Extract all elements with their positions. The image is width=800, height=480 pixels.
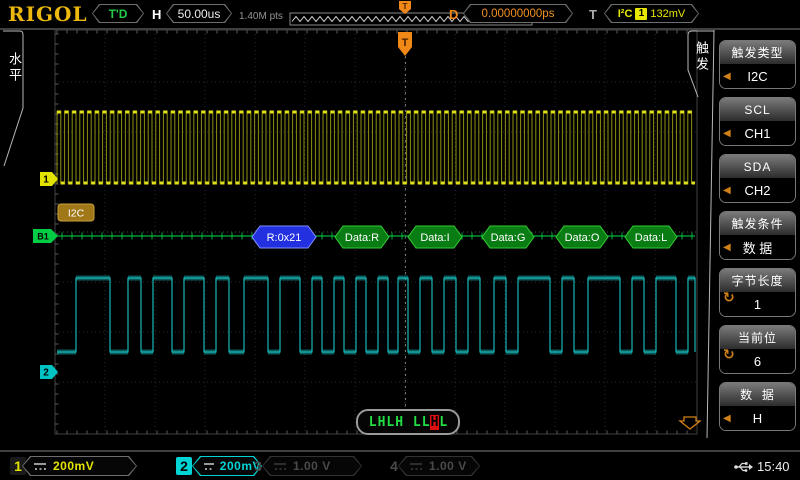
- menu-value-text: 6: [754, 354, 761, 369]
- menu-value-text: I2C: [747, 69, 767, 84]
- menu-item-scl[interactable]: SCL ◀ CH1: [719, 97, 796, 146]
- dc-coupling-icon: [409, 461, 423, 471]
- menu-value-text: H: [753, 411, 762, 426]
- menu-item-trigger-type[interactable]: 触发类型 ◀ I2C: [719, 40, 796, 89]
- menu-value-text: CH1: [744, 126, 770, 141]
- bit-char: L: [368, 415, 377, 430]
- channel-1-scale: 200mV: [53, 459, 94, 473]
- timebase-value: 50.00us: [178, 7, 221, 21]
- tab-trigger[interactable]: 触发: [692, 41, 711, 73]
- trigger-source-badge: 1: [635, 8, 647, 20]
- svg-text:Data:G: Data:G: [491, 232, 526, 244]
- usb-icon: [733, 461, 753, 473]
- dc-coupling-icon: [33, 461, 47, 471]
- menu-item-value: ◀ 数 据: [720, 235, 795, 259]
- bit-char: L: [421, 415, 430, 430]
- bit-char: H: [377, 415, 386, 430]
- menu-item-value: ◀ H: [720, 406, 795, 430]
- menu-item-data[interactable]: 数 据 ◀ H: [719, 382, 796, 431]
- tab-horizontal[interactable]: 水平: [5, 52, 24, 84]
- menu-item-value: ◀ CH2: [720, 178, 795, 202]
- bit-char: L: [439, 415, 448, 430]
- menu-item-value: ↻ 6: [720, 349, 795, 373]
- left-arrow-icon: ◀: [723, 413, 731, 424]
- rotate-icon: ↻: [723, 346, 735, 363]
- svg-text:T: T: [403, 2, 408, 11]
- menu-item-trigger-condition[interactable]: 触发条件 ◀ 数 据: [719, 211, 796, 260]
- channel-3-scale: 1.00 V: [293, 459, 331, 473]
- oscilloscope-screen: RIGOL T'D H 50.00us 1.40M pts T D 0.0000…: [0, 0, 800, 480]
- clock-time: 15:40: [757, 459, 790, 474]
- channel-status-bar: 1 200mV 2 200mV 3 1.00 V 4 1.00 V 15:40: [0, 450, 800, 480]
- bit-highlighted: H: [430, 415, 439, 430]
- horizontal-label: H: [152, 7, 161, 22]
- svg-text:2: 2: [43, 368, 49, 379]
- svg-text:Data:L: Data:L: [635, 232, 667, 244]
- menu-value-text: 1: [754, 297, 761, 312]
- left-arrow-icon: ◀: [723, 71, 731, 82]
- menu-item-value: ◀ I2C: [720, 64, 795, 88]
- menu-item-sda[interactable]: SDA ◀ CH2: [719, 154, 796, 203]
- menu-item-title: SCL: [720, 98, 795, 121]
- trigger-type-text: I²C: [618, 8, 633, 20]
- trigger-info-badge[interactable]: I²C 1 132mV: [604, 4, 699, 23]
- delay-value: 0.00000000ps: [482, 8, 555, 20]
- delay-badge[interactable]: 0.00000000ps: [463, 4, 573, 23]
- svg-text:Data:I: Data:I: [420, 232, 449, 244]
- svg-text:Data:O: Data:O: [565, 232, 600, 244]
- menu-item-title: SDA: [720, 155, 795, 178]
- menu-item-current-bit[interactable]: 当前位 ↻ 6: [719, 325, 796, 374]
- svg-text:B1: B1: [37, 232, 49, 242]
- rotate-icon: ↻: [723, 289, 735, 306]
- left-arrow-icon: ◀: [723, 185, 731, 196]
- menu-item-title: 数 据: [720, 383, 795, 406]
- channel-2-number: 2: [176, 457, 192, 475]
- waveform-area: T I2C R:0x21 Data:R Data:I Data:G Data:O Data:L…: [0, 28, 800, 450]
- left-arrow-icon: ◀: [723, 242, 731, 253]
- dc-coupling-icon: [273, 461, 287, 471]
- waveform-display[interactable]: T I2C R:0x21 Data:R Data:I Data:G Data:O Data:L…: [0, 28, 800, 450]
- channel-4-scale: 1.00 V: [429, 459, 467, 473]
- trigger-label: T: [589, 7, 597, 22]
- bit-pattern-indicator: LHLH LLHL: [356, 409, 460, 435]
- svg-text:R:0x21: R:0x21: [267, 232, 302, 244]
- svg-text:I2C: I2C: [68, 208, 85, 220]
- bit-char: L: [412, 415, 421, 430]
- menu-item-title: 触发条件: [720, 212, 795, 235]
- menu-item-value: ◀ CH1: [720, 121, 795, 145]
- bit-char: L: [386, 415, 395, 430]
- memory-depth: 1.40M pts: [239, 11, 283, 22]
- timebase-badge[interactable]: 50.00us: [166, 4, 232, 23]
- menu-value-text: CH2: [744, 183, 770, 198]
- menu-value-text: 数 据: [743, 238, 773, 257]
- trigger-status-badge[interactable]: T'D: [92, 4, 144, 23]
- trigger-level-text: 132mV: [650, 8, 685, 20]
- top-status-bar: RIGOL T'D H 50.00us 1.40M pts T D 0.0000…: [0, 0, 800, 30]
- left-arrow-icon: ◀: [723, 128, 731, 139]
- bit-char: H: [395, 415, 404, 430]
- svg-text:Data:R: Data:R: [345, 232, 379, 244]
- svg-text:T: T: [402, 37, 409, 49]
- dc-coupling-icon: [203, 461, 214, 471]
- svg-text:1: 1: [43, 175, 49, 186]
- menu-item-byte-length[interactable]: 字节长度 ↻ 1: [719, 268, 796, 317]
- menu-item-value: ↻ 1: [720, 292, 795, 316]
- bit-char: [404, 415, 413, 430]
- menu-item-title: 触发类型: [720, 41, 795, 64]
- rigol-logo: RIGOL: [8, 2, 88, 26]
- trigger-status-text: T'D: [109, 7, 128, 21]
- delay-label: D: [449, 7, 458, 22]
